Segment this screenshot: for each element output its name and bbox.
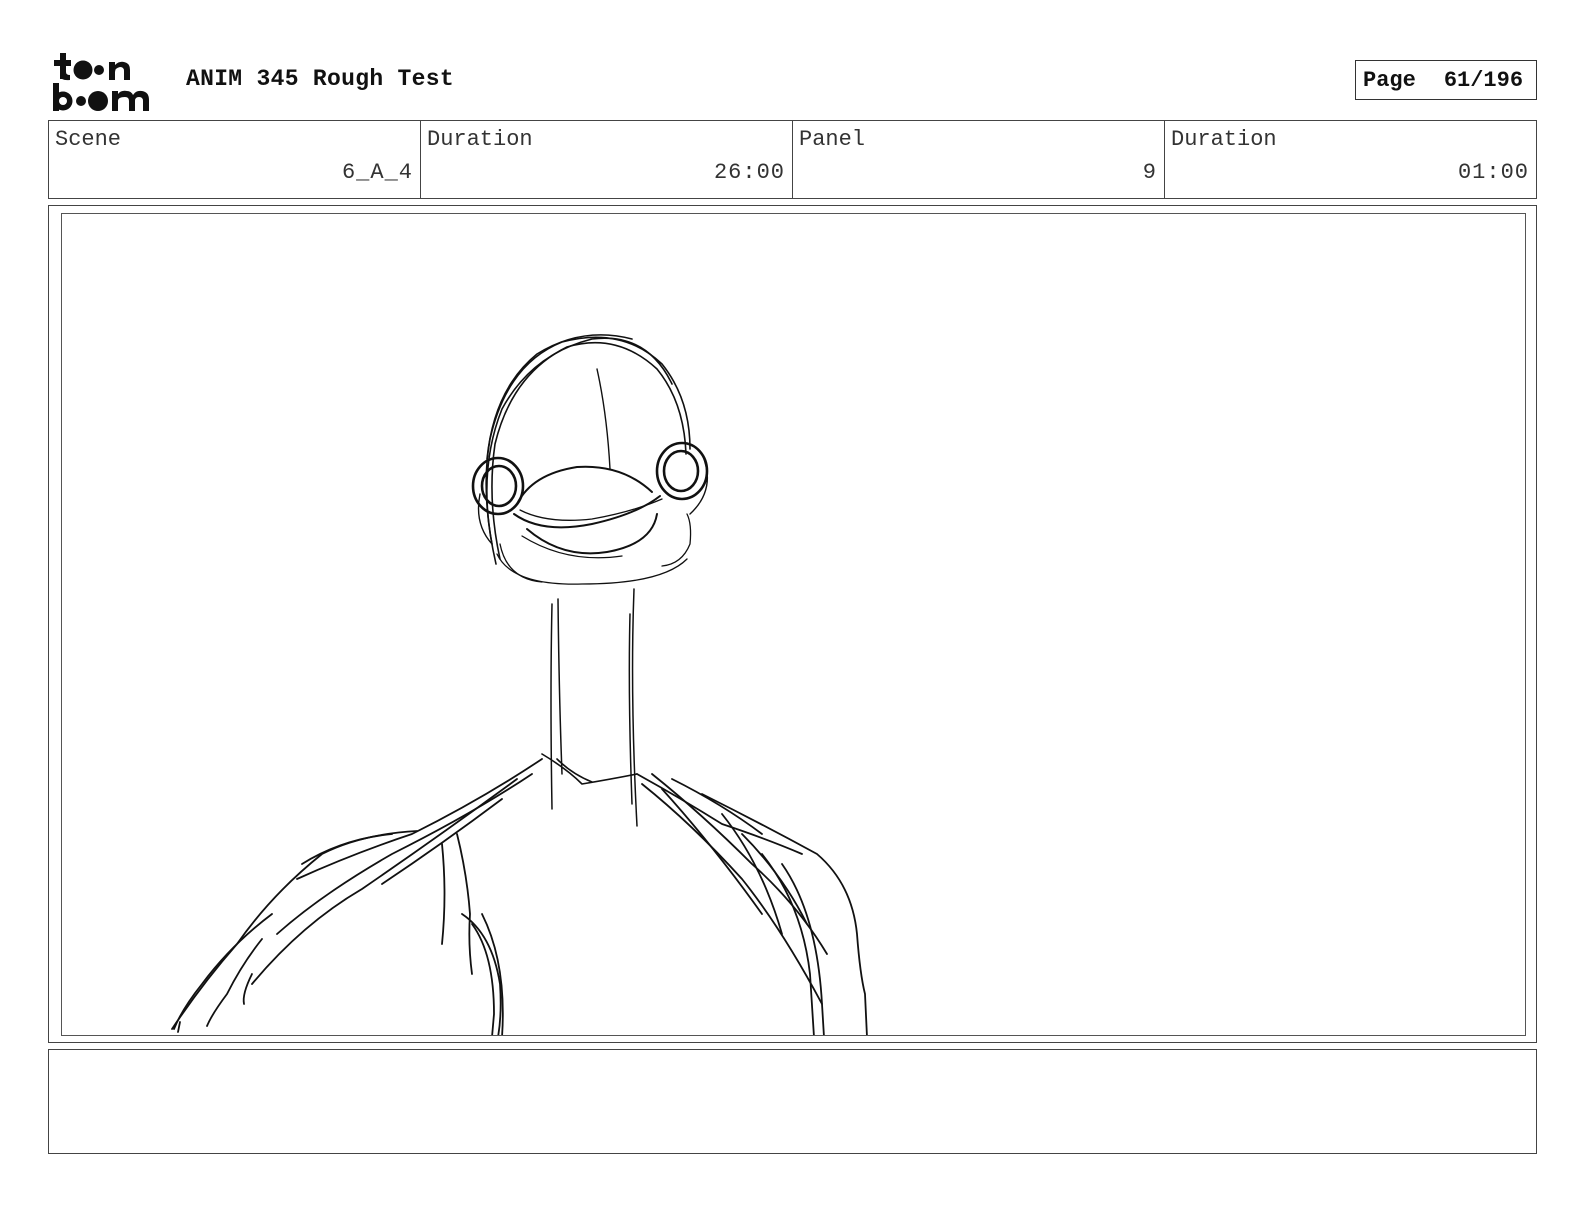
scene-duration-label: Duration xyxy=(427,127,533,152)
panel-info-table: Scene 6_A_4 Duration 26:00 Panel 9 Durat… xyxy=(48,120,1537,199)
panel-duration-value: 01:00 xyxy=(1457,160,1529,185)
scene-value: 6_A_4 xyxy=(341,160,413,185)
character-sketch xyxy=(171,334,868,1035)
panel-cell: Panel 9 xyxy=(793,121,1165,198)
panel-frame xyxy=(48,205,1537,1043)
notes-box xyxy=(48,1049,1537,1154)
panel-image-area xyxy=(61,213,1526,1036)
panel-duration-cell: Duration 01:00 xyxy=(1165,121,1536,198)
scene-duration-value: 26:00 xyxy=(713,160,785,185)
page-label: Page xyxy=(1363,67,1416,93)
page-indicator: Page 61/196 xyxy=(1355,60,1537,100)
project-title: ANIM 345 Rough Test xyxy=(186,66,454,92)
page-number: 61/196 xyxy=(1443,67,1524,93)
panel-label: Panel xyxy=(799,127,866,152)
scene-duration-cell: Duration 26:00 xyxy=(421,121,793,198)
scene-label: Scene xyxy=(55,127,122,152)
panel-value: 9 xyxy=(1142,160,1157,185)
toon-boom-logo xyxy=(53,53,149,111)
scene-cell: Scene 6_A_4 xyxy=(49,121,421,198)
panel-duration-label: Duration xyxy=(1171,127,1277,152)
